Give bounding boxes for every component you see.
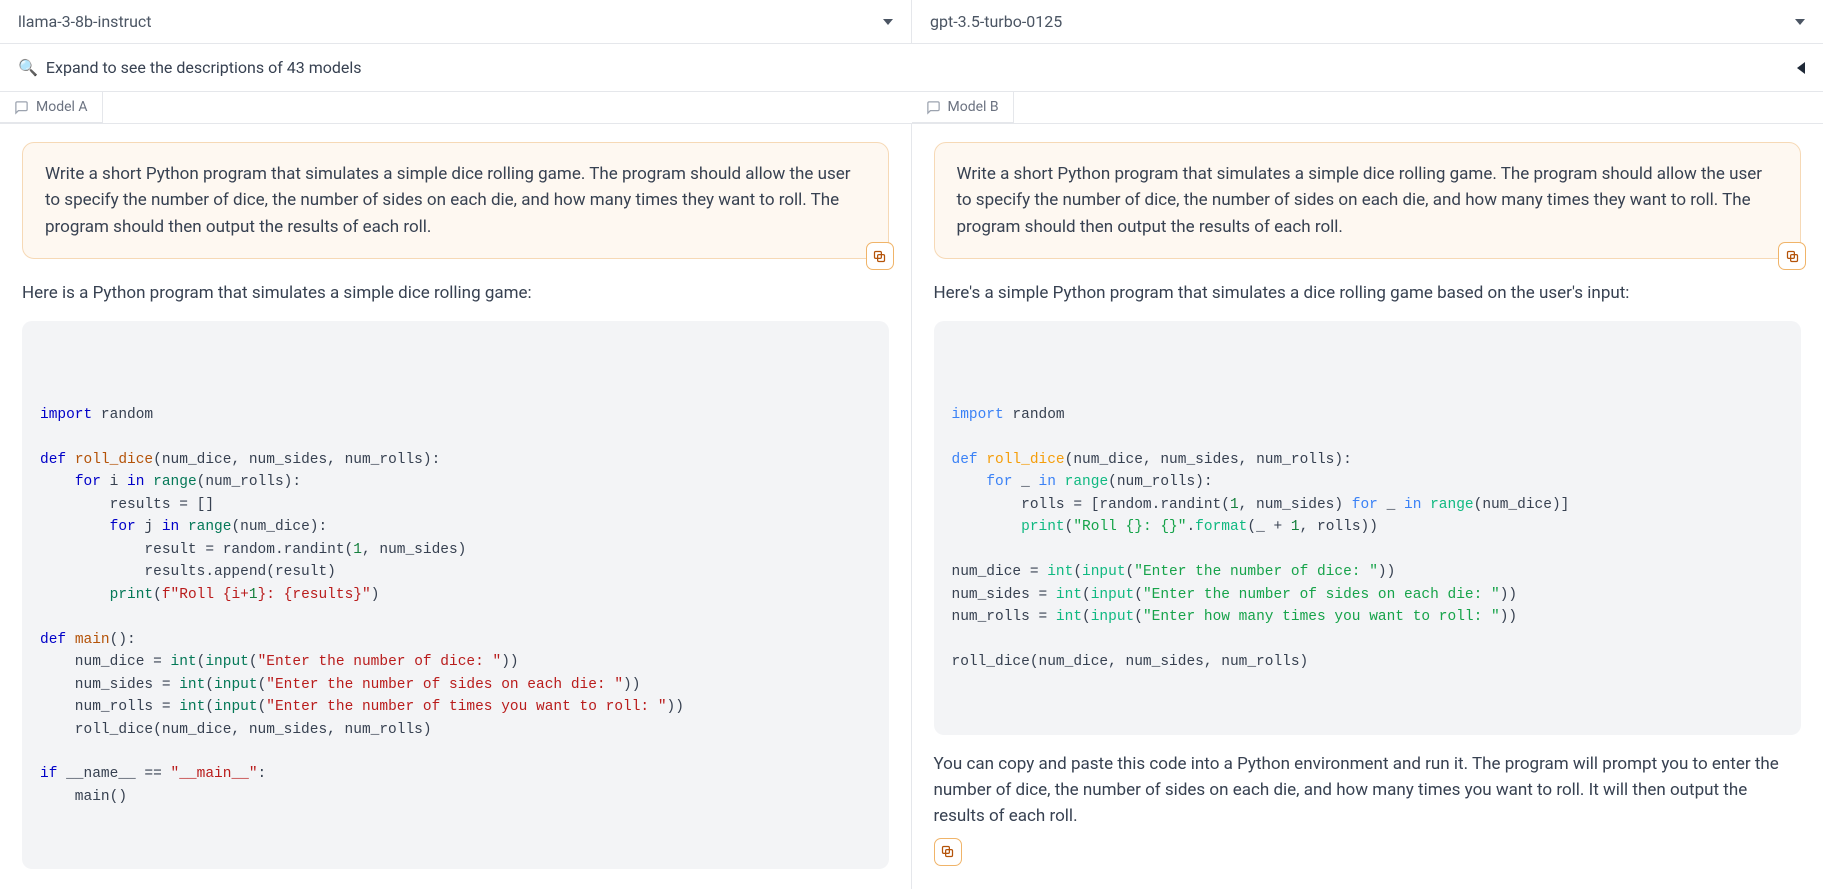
code-a-content: import random def roll_dice(num_dice, nu… [40,404,871,808]
assistant-b-intro: Here's a simple Python program that simu… [934,281,1802,307]
copy-icon [872,249,887,264]
model-select-right-label: gpt-3.5-turbo-0125 [930,12,1062,31]
model-tab-a-label: Model A [36,99,88,115]
model-select-left[interactable]: llama-3-8b-instruct [0,0,912,43]
magnifier-icon: 🔍 [18,58,38,77]
copy-code-b-button[interactable] [1769,331,1789,351]
model-tabs-row: Model A Model B [0,92,1823,124]
user-prompt-a-text: Write a short Python program that simula… [45,164,851,237]
code-block-a: import random def roll_dice(num_dice, nu… [22,321,889,870]
expand-bar-text: Expand to see the descriptions of 43 mod… [46,58,362,77]
model-tab-b[interactable]: Model B [912,92,1014,123]
user-prompt-b: Write a short Python program that simula… [934,142,1802,259]
chevron-down-icon [883,19,893,25]
model-selector-row: llama-3-8b-instruct gpt-3.5-turbo-0125 [0,0,1823,44]
model-select-left-label: llama-3-8b-instruct [18,12,152,31]
chevron-down-icon [1795,19,1805,25]
code-b-content: import random def roll_dice(num_dice, nu… [952,404,1784,674]
collapse-arrow-icon[interactable] [1797,62,1805,74]
user-prompt-a: Write a short Python program that simula… [22,142,889,259]
copy-prompt-a-button[interactable] [866,242,894,270]
model-tab-a-wrap: Model A [0,92,912,123]
pane-model-b: Write a short Python program that simula… [912,124,1823,889]
code-block-b: import random def roll_dice(num_dice, nu… [934,321,1802,735]
model-select-right[interactable]: gpt-3.5-turbo-0125 [912,0,1823,43]
expand-bar-left: 🔍 Expand to see the descriptions of 43 m… [18,58,362,77]
model-tab-a[interactable]: Model A [0,92,103,123]
copy-code-a-button[interactable] [857,331,877,351]
pane-model-a: Write a short Python program that simula… [0,124,912,889]
model-tab-b-wrap: Model B [912,92,1823,123]
copy-icon [940,844,955,859]
chat-icon [926,100,941,115]
assistant-b-outro: You can copy and paste this code into a … [934,751,1802,830]
copy-response-b-button[interactable] [934,838,962,866]
expand-bar[interactable]: 🔍 Expand to see the descriptions of 43 m… [0,44,1823,92]
chat-icon [14,100,29,115]
model-tab-b-label: Model B [948,99,999,115]
copy-icon [1785,249,1800,264]
assistant-a-intro: Here is a Python program that simulates … [22,281,889,307]
panes: Write a short Python program that simula… [0,124,1823,889]
user-prompt-b-text: Write a short Python program that simula… [957,164,1763,237]
copy-prompt-b-button[interactable] [1778,242,1806,270]
